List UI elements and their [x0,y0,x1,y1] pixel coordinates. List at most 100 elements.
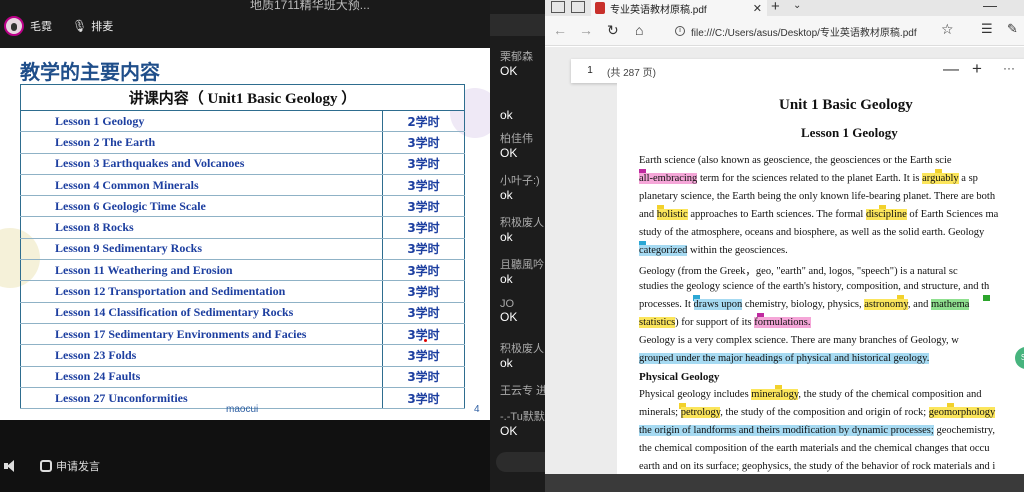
lesson-name: Lesson 9 Sedimentary Rocks [20,238,383,261]
text: processes. It [639,299,694,310]
lesson-name: Lesson 24 Faults [20,366,383,388]
zoom-out-icon[interactable]: — [943,61,959,79]
doc-line[interactable]: grouped under the major headings of phys… [639,353,930,364]
doc-line: Earth science (also known as geoscience,… [639,155,952,166]
lesson-hours: 2学时 [382,110,465,133]
text: , and [907,299,931,310]
text: and [639,209,657,220]
chevron-down-icon[interactable]: ⌄ [793,0,801,11]
chat-sender: 积极废人 [500,217,544,229]
highlight[interactable]: formulations. [754,317,811,328]
lesson-row: Lesson 8 Rocks 3学时 [20,216,465,239]
slide-page-number: 4 [474,404,480,415]
apply-speak-label: 申请发言 [56,461,100,473]
doc-line: studies the geology science of the earth… [639,281,990,292]
chat-sender: JO [500,298,515,310]
highlight[interactable]: geomorphology [928,407,996,418]
highlight[interactable]: petrology [680,407,721,418]
lesson-row: Lesson 4 Common Minerals 3学时 [20,174,465,197]
forward-icon[interactable]: → [579,22,593,38]
chat-input[interactable] [496,452,545,472]
refresh-icon[interactable]: ↻ [607,22,619,39]
chat-text: OK [500,146,518,160]
highlight[interactable]: all-embracing [639,173,698,184]
lesson-row: Lesson 24 Faults 3学时 [20,366,465,388]
highlight[interactable]: arguably [922,173,959,184]
text: approaches to Earth sciences. The formal [687,209,866,220]
doc-line: processes. It draws upon chemistry, biol… [639,299,970,310]
doc-line: planetary science, the Earth being the o… [639,191,996,202]
annotation-marker[interactable] [983,295,990,301]
chat-tab[interactable] [490,14,545,36]
tab-manager-icon[interactable] [551,1,565,13]
chat-message: 柏佳伟 OK [500,130,533,160]
seat-button[interactable]: 🎙 排麦 [72,18,113,34]
back-icon[interactable]: ← [553,22,567,38]
lesson-hours: 3学时 [382,131,465,154]
chat-text: ok [500,230,513,244]
tab-title: 专业英语教材原稿.pdf [610,4,707,16]
highlight[interactable]: statistics [639,317,676,328]
lesson-hours: 3学时 [382,195,465,218]
highlight[interactable]: draws upon [693,299,743,310]
lesson-hours: 3学时 [382,153,465,175]
apply-speak-button[interactable]: 申请发言 [40,458,100,474]
tab-strip: 专业英语教材原稿.pdf ✕ + ⌄ — [545,0,1024,16]
lesson-row: Lesson 12 Transportation and Sedimentati… [20,280,465,303]
url-field[interactable]: i file:///C:/Users/asus/Desktop/专业英语教材原稿… [675,22,965,40]
lesson-row: Lesson 1 Geology 2学时 [20,110,465,133]
text: a sp [958,173,978,184]
lesson-hours: 3学时 [382,366,465,388]
zoom-in-icon[interactable]: + [972,59,982,79]
lesson-name: Lesson 8 Rocks [20,216,383,239]
lesson-row: Lesson 14 Classification of Sedimentary … [20,302,465,324]
doc-line: minerals; petrology, the study of the co… [639,407,996,418]
highlight[interactable]: categorized [639,245,688,256]
doc-subtitle: Lesson 1 Geology [801,125,898,140]
pdf-page: Unit 1 Basic Geology Lesson 1 Geology Ea… [617,83,1024,474]
new-tab-icon[interactable]: + [771,0,780,15]
minimize-icon[interactable]: — [983,0,997,13]
doc-line: the origin of landforms and theirs modif… [639,425,995,436]
doc-line: statistics) for support of its formulati… [639,317,811,328]
info-icon[interactable]: i [675,26,685,36]
tab-pdf[interactable]: 专业英语教材原稿.pdf ✕ [591,0,767,16]
lesson-name: Lesson 3 Earthquakes and Volcanoes [20,153,383,175]
lesson-name: Lesson 2 The Earth [20,131,383,154]
highlight[interactable]: the origin of landforms and theirs modif… [639,425,934,436]
text: Physical geology includes [639,389,752,400]
text: minerals; [639,407,681,418]
tab-preview-icon[interactable] [571,1,585,13]
favorites-icon[interactable]: ☰ [981,21,993,37]
pdf-toolbar: 1 (共 287 页) — + ··· [571,59,1024,83]
doc-line: earth and on its surface; geophysics, th… [639,461,996,472]
doc-line: the chemical composition of the earth ma… [639,443,990,454]
highlight[interactable]: mineralogy [751,389,799,400]
chat-sender: 栗郁森 [500,51,533,63]
highlight[interactable]: discipline [865,209,907,220]
section-heading: Physical Geology [639,371,720,383]
chat-text: OK [500,64,518,78]
highlight[interactable]: astronomy [864,299,908,310]
home-icon[interactable]: ⌂ [635,22,643,38]
lesson-name: Lesson 23 Folds [20,344,383,367]
star-icon[interactable]: ☆ [941,21,954,38]
more-icon[interactable]: ··· [1003,61,1015,75]
page-number-input[interactable]: 1 [577,62,603,80]
meeting-header: 地质1711精华班大预... 毛霓 🎙 排麦 [0,0,490,48]
pen-icon[interactable]: ✎ [1007,21,1018,37]
text: of Earth Sciences ma [906,209,999,220]
highlight[interactable]: mathema [930,299,970,310]
lesson-hours: 3学时 [382,387,465,410]
text: , the study of the chemical composition … [798,389,982,400]
pdf-icon [595,2,605,14]
lesson-hours: 3学时 [382,174,465,197]
host-avatar[interactable] [4,16,24,36]
speaker-icon[interactable] [4,460,16,472]
chat-message: 积极废人 ok [500,340,544,370]
close-icon[interactable]: ✕ [753,2,762,15]
doc-line: Geology is a very complex science. There… [639,335,959,346]
chat-text: OK [500,310,518,324]
highlight[interactable]: holistic [656,209,688,220]
chat-text: OK [500,424,518,438]
